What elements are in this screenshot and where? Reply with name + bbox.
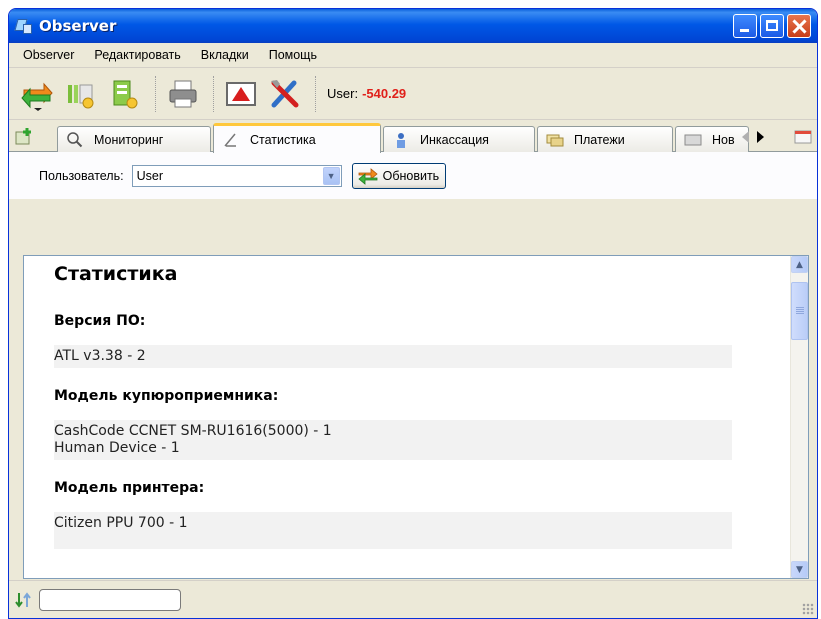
tab-payments[interactable]: Платежи [537, 126, 673, 152]
toolbar-separator [315, 75, 317, 112]
scroll-up-icon[interactable]: ▲ [791, 256, 808, 273]
printer-icon [169, 80, 197, 107]
tools-icon [271, 79, 299, 107]
scroll-down-icon[interactable]: ▼ [791, 561, 808, 578]
user-select[interactable]: User ▼ [131, 164, 342, 187]
section-heading: Версия ПО: [54, 313, 146, 329]
section-line: Human Device - 1 [54, 440, 180, 456]
warning-triangle-icon [226, 81, 256, 106]
minimize-icon [740, 29, 749, 32]
title-bar[interactable]: Observer [9, 9, 817, 43]
terminal-add-button[interactable] [61, 74, 101, 114]
section-line-cut [54, 532, 732, 546]
refresh-label: Обновить [382, 168, 440, 183]
alert-button[interactable] [221, 74, 261, 114]
maximize-button[interactable] [760, 14, 784, 38]
print-button[interactable] [163, 74, 203, 114]
vertical-scrollbar[interactable]: ▲ ▼ [790, 256, 808, 578]
card-icon [684, 132, 702, 148]
resize-grip-icon[interactable] [802, 603, 814, 615]
tab-label: Платежи [574, 132, 625, 147]
tab-label: Нов [712, 132, 735, 147]
user-select-value: User [136, 168, 163, 183]
section-values: ATL v3.38 - 2 [54, 345, 732, 368]
filter-bar: Пользователь: User ▼ Обновить [9, 152, 817, 199]
section-line: CashCode CCNET SM-RU1616(5000) - 1 [54, 423, 332, 439]
terminal-gear-icon [68, 84, 94, 108]
scroll-thumb[interactable] [791, 282, 808, 340]
report-title: Статистика [54, 263, 178, 285]
user-balance: -540.29 [362, 86, 407, 101]
document-gear-icon [113, 80, 138, 108]
add-tab-icon[interactable] [15, 128, 33, 146]
terminal-settings-button[interactable] [105, 74, 145, 114]
report-document: Статистика Версия ПО: ATL v3.38 - 2 Моде… [24, 256, 790, 578]
main-window: Observer Observer Редактировать Вкладки … [8, 8, 818, 619]
menu-bar: Observer Редактировать Вкладки Помощь [9, 43, 817, 68]
connection-status-icon [15, 591, 31, 608]
section-heading: Модель купюроприемника: [54, 388, 279, 404]
menu-tabs[interactable]: Вкладки [191, 48, 259, 62]
tab-label: Статистика [250, 132, 316, 147]
section-line: ATL v3.38 - 2 [54, 348, 146, 364]
toolbar: User: -540.29 [9, 68, 817, 120]
tab-statistics[interactable]: Статистика [213, 123, 381, 153]
section-values: CashCode CCNET SM-RU1616(5000) - 1 Human… [54, 420, 732, 460]
window-title: Observer [39, 17, 117, 35]
close-button[interactable] [787, 14, 811, 38]
cards-icon [546, 132, 564, 148]
tab-monitoring[interactable]: Мониторинг [57, 126, 211, 152]
toolbar-separator [155, 75, 157, 112]
person-icon [392, 132, 410, 148]
tab-new[interactable]: Нов [675, 126, 749, 152]
maximize-icon [766, 20, 778, 31]
menu-help[interactable]: Помощь [259, 48, 327, 62]
tab-scroll-right-icon[interactable] [753, 128, 767, 146]
sync-arrows-icon [21, 82, 53, 111]
tab-label: Инкассация [420, 132, 489, 147]
magnifier-icon [66, 131, 84, 148]
pencil-icon [222, 132, 240, 148]
menu-observer[interactable]: Observer [13, 48, 84, 62]
tab-scroll-left-icon[interactable] [739, 128, 753, 146]
tab-label: Мониторинг [94, 132, 164, 147]
sync-button[interactable] [17, 74, 57, 114]
minimize-button[interactable] [733, 14, 757, 38]
chevron-down-icon[interactable]: ▼ [322, 166, 340, 185]
menu-edit[interactable]: Редактировать [84, 48, 190, 62]
user-filter-label: Пользователь: [39, 168, 124, 183]
tab-close-icon[interactable] [793, 128, 813, 146]
status-bar [9, 580, 817, 618]
section-line: Citizen PPU 700 - 1 [54, 515, 188, 531]
user-label: User: [327, 86, 359, 101]
status-progress-field [39, 588, 181, 611]
toolbar-separator [213, 75, 215, 112]
tools-button[interactable] [265, 74, 305, 114]
refresh-icon [357, 167, 378, 185]
app-icon [14, 17, 33, 35]
report-panel[interactable]: Статистика Версия ПО: ATL v3.38 - 2 Моде… [23, 255, 809, 579]
section-values: Citizen PPU 700 - 1 [54, 512, 732, 549]
tab-strip: Мониторинг Статистика Инкассация Платежи… [9, 120, 817, 153]
section-heading: Модель принтера: [54, 480, 205, 496]
refresh-button[interactable]: Обновить [351, 162, 447, 189]
tab-collection[interactable]: Инкассация [383, 126, 535, 152]
